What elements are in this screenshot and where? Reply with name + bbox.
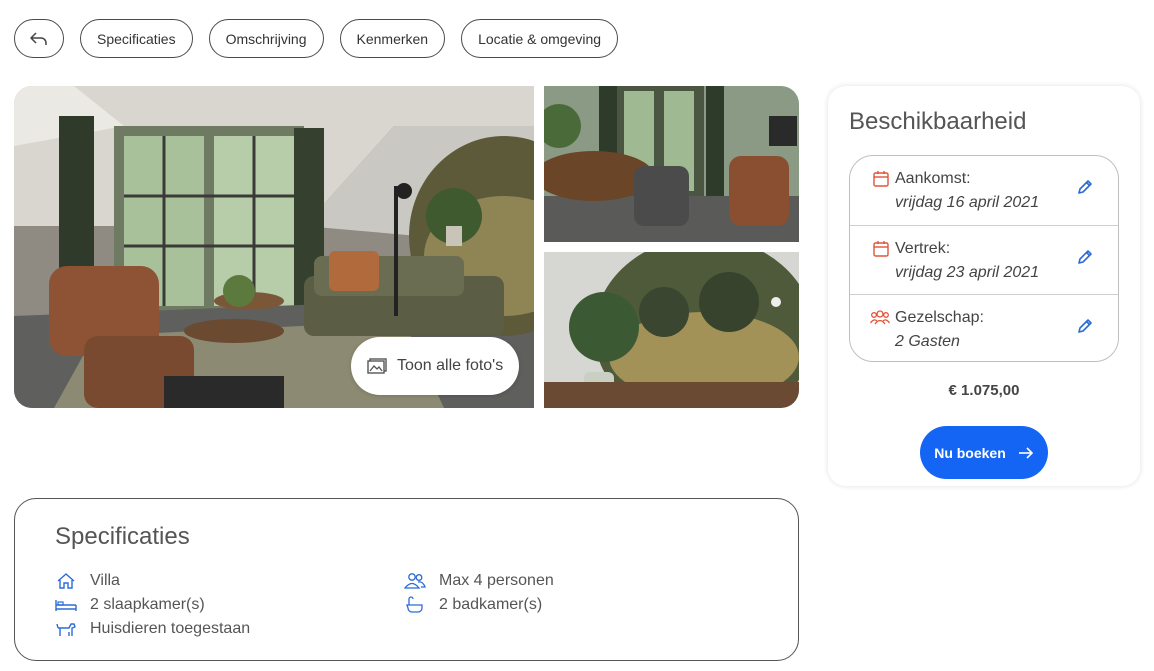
spec-bathrooms: 2 badkamer(s) [404, 596, 542, 614]
departure-row[interactable]: Vertrek: vrijdag 23 april 2021 [850, 225, 1118, 294]
arrival-label: Aankomst: [895, 170, 971, 187]
arrival-value: vrijdag 16 april 2021 [895, 194, 1040, 211]
guests-value: 2 Gasten [895, 333, 960, 350]
departure-value: vrijdag 23 april 2021 [895, 264, 1040, 281]
images-icon [367, 358, 387, 374]
nav-specificaties[interactable]: Specificaties [80, 19, 193, 58]
guests-row[interactable]: Gezelschap: 2 Gasten [850, 294, 1118, 363]
show-all-photos-button[interactable]: Toon alle foto's [351, 337, 519, 395]
bathtub-icon [406, 596, 423, 613]
spec-bedrooms: 2 slaapkamer(s) [55, 596, 205, 614]
spec-pets: Huisdieren toegestaan [55, 620, 250, 638]
photo-dining[interactable] [544, 86, 799, 242]
spec-villa: Villa [55, 572, 120, 590]
nav-omschrijving[interactable]: Omschrijving [208, 19, 324, 58]
total-price: € 1.075,00 [948, 382, 1020, 399]
book-now-button[interactable]: Nu boeken [920, 426, 1048, 479]
specifications-title: Specificaties [55, 523, 190, 550]
guests-label: Gezelschap: [895, 309, 984, 326]
pencil-icon[interactable] [1076, 317, 1094, 335]
users-icon [404, 573, 426, 589]
spec-max-persons-label: Max 4 personen [439, 572, 554, 589]
specifications-card: Specificaties Villa 2 slaapkamer(s) Huis… [14, 498, 799, 661]
show-all-photos-label: Toon alle foto's [397, 357, 504, 374]
calendar-icon [873, 171, 889, 187]
pencil-icon[interactable] [1076, 248, 1094, 266]
spec-max-persons: Max 4 personen [404, 572, 554, 590]
photo-mural[interactable] [544, 252, 799, 408]
pencil-icon[interactable] [1076, 178, 1094, 196]
book-now-label: Nu boeken [934, 444, 1006, 461]
nav-locatie-omgeving[interactable]: Locatie & omgeving [461, 19, 619, 58]
spec-villa-label: Villa [90, 572, 120, 589]
booking-details: Aankomst: vrijdag 16 april 2021 Vertrek:… [849, 155, 1119, 362]
departure-label: Vertrek: [895, 240, 951, 257]
arrival-row[interactable]: Aankomst: vrijdag 16 april 2021 [850, 156, 1118, 225]
dog-icon [56, 623, 76, 636]
availability-title: Beschikbaarheid [849, 108, 1027, 135]
spec-bedrooms-label: 2 slaapkamer(s) [90, 596, 205, 613]
arrow-right-icon [1018, 446, 1033, 459]
spec-bathrooms-label: 2 badkamer(s) [439, 596, 543, 613]
availability-card: Beschikbaarheid Aankomst: vrijdag 16 apr… [828, 86, 1140, 486]
section-nav: Specificaties Omschrijving Kenmerken Loc… [14, 19, 619, 58]
house-icon [57, 573, 75, 589]
photo-gallery: Toon alle foto's [14, 86, 799, 408]
calendar-icon [873, 241, 889, 257]
bed-icon [55, 600, 77, 611]
back-button[interactable] [14, 19, 64, 58]
people-group-icon [870, 310, 890, 325]
nav-kenmerken[interactable]: Kenmerken [339, 19, 446, 58]
reply-arrow-icon [30, 31, 47, 45]
spec-pets-label: Huisdieren toegestaan [90, 620, 251, 637]
